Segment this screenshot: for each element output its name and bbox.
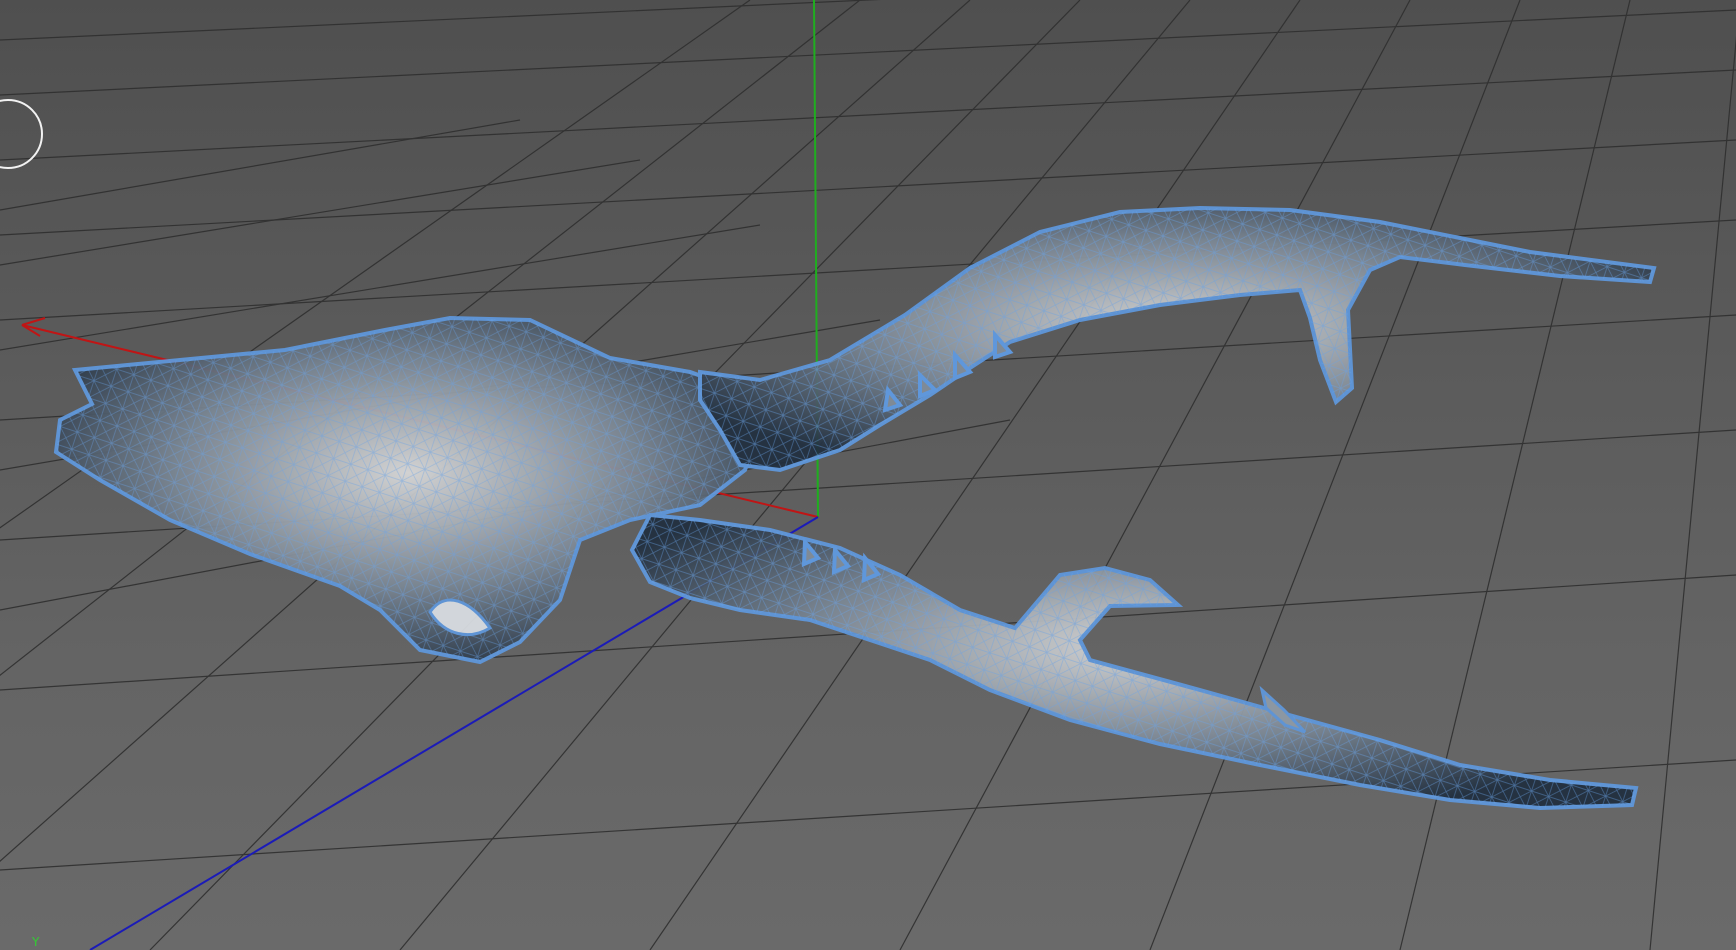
wireframe-dragon-skull[interactable] (53, 205, 1657, 811)
viewport-canvas[interactable] (0, 0, 1736, 950)
3d-viewport[interactable]: Y (0, 0, 1736, 950)
axis-gizmo-label: Y (32, 935, 40, 949)
